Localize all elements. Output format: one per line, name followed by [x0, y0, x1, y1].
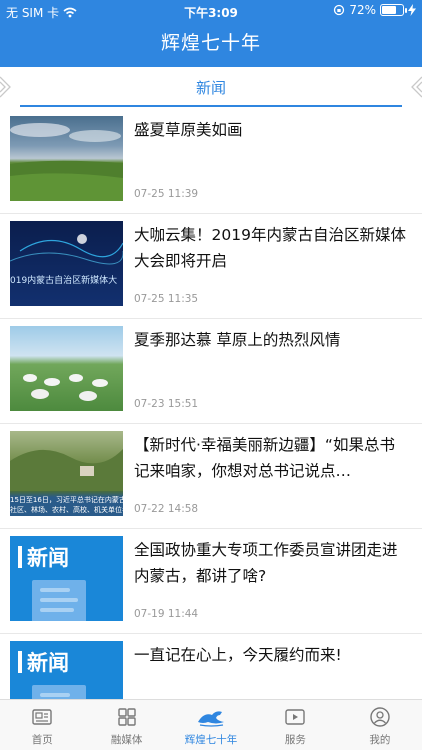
nav-label: 我的 [369, 734, 391, 746]
news-thumbnail: 019内蒙古自治区新媒体大 [10, 221, 123, 306]
newspaper-icon [32, 685, 86, 699]
news-title[interactable]: 【新时代·幸福美丽新边疆】“如果总书记来咱家，你想对总书记说点… [134, 432, 410, 484]
nav-label: 服务 [284, 734, 306, 746]
nav-services[interactable]: 服务 [253, 700, 337, 750]
news-title[interactable]: 一直记在心上，今天履约而来! [134, 642, 410, 668]
orientation-lock-icon [334, 4, 345, 16]
tab-indicator [20, 105, 402, 107]
news-title[interactable]: 盛夏草原美如画 [134, 117, 410, 143]
news-thumbnail: 15日至16日，习近平总书记在内蒙古自治 社区、林场、农村、高校、机关单位考察 [10, 431, 123, 516]
thumbnail-text: 019内蒙古自治区新媒体大 [10, 276, 118, 286]
ornament-icon [411, 76, 422, 98]
grid-icon [117, 708, 136, 726]
news-title[interactable]: 夏季那达慕 草原上的热烈风情 [134, 327, 410, 353]
news-thumbnail [10, 326, 123, 411]
news-thumbnail: 新闻 [10, 641, 123, 699]
nav-label: 辉煌七十年 [184, 734, 238, 746]
news-thumbnail: 新闻 [10, 536, 123, 621]
thumbnail-label: 新闻 [27, 546, 69, 570]
app-header: 无 SIM 卡 下午3:09 72% 辉煌七十年 [0, 0, 422, 67]
news-time: 07-25 11:39 [134, 188, 199, 200]
nav-label: 融媒体 [110, 734, 143, 746]
bottom-nav: 首页 融媒体 辉煌七十年 服务 我的 [0, 699, 422, 750]
newspaper-icon [32, 709, 52, 725]
status-bar: 无 SIM 卡 下午3:09 72% [0, 0, 422, 22]
news-time: 07-25 11:35 [134, 293, 199, 305]
news-thumbnail [10, 116, 123, 201]
news-time: 07-22 14:58 [134, 503, 199, 515]
nav-seventy-years[interactable]: 辉煌七十年 [169, 700, 253, 750]
tab-bar: 新闻 [0, 67, 422, 109]
news-item[interactable]: 15日至16日，习近平总书记在内蒙古自治 社区、林场、农村、高校、机关单位考察 … [0, 424, 422, 529]
newspaper-icon [32, 580, 86, 621]
news-item[interactable]: 新闻 全国政协重大专项工作委员宣讲团走进内蒙古，都讲了啥? 07-19 11:4… [0, 529, 422, 634]
battery-icon [380, 4, 407, 16]
nav-home[interactable]: 首页 [0, 700, 84, 750]
news-item[interactable]: 019内蒙古自治区新媒体大 大咖云集！2019年内蒙古自治区新媒体大会即将开启 … [0, 214, 422, 319]
page-title: 辉煌七十年 [160, 32, 261, 54]
thumbnail-label: 新闻 [27, 651, 69, 675]
news-title[interactable]: 大咖云集！2019年内蒙古自治区新媒体大会即将开启 [134, 222, 410, 274]
news-item[interactable]: 新闻 一直记在心上，今天履约而来! [0, 634, 422, 699]
thumbnail-caption: 15日至16日，习近平总书记在内蒙古自治 [10, 496, 123, 504]
horse-icon [198, 711, 225, 727]
tab-news[interactable]: 新闻 [0, 77, 422, 98]
news-item[interactable]: 夏季那达慕 草原上的热烈风情 07-23 15:51 [0, 319, 422, 424]
news-time: 07-19 11:44 [134, 608, 199, 620]
news-time: 07-23 15:51 [134, 398, 199, 410]
news-item[interactable]: 盛夏草原美如画 07-25 11:39 [0, 109, 422, 214]
charging-icon [408, 4, 416, 16]
news-list[interactable]: 盛夏草原美如画 07-25 11:39 019内蒙古自治区新媒体大 大咖云集！2… [0, 109, 422, 699]
nav-media[interactable]: 融媒体 [84, 700, 168, 750]
news-title[interactable]: 全国政协重大专项工作委员宣讲团走进内蒙古，都讲了啥? [134, 537, 410, 589]
user-icon [370, 707, 390, 727]
nav-label: 首页 [31, 734, 53, 746]
thumbnail-caption: 社区、林场、农村、高校、机关单位考察 [10, 506, 123, 514]
play-icon [285, 709, 306, 725]
battery-percent: 72% [349, 3, 376, 17]
nav-profile[interactable]: 我的 [338, 700, 422, 750]
